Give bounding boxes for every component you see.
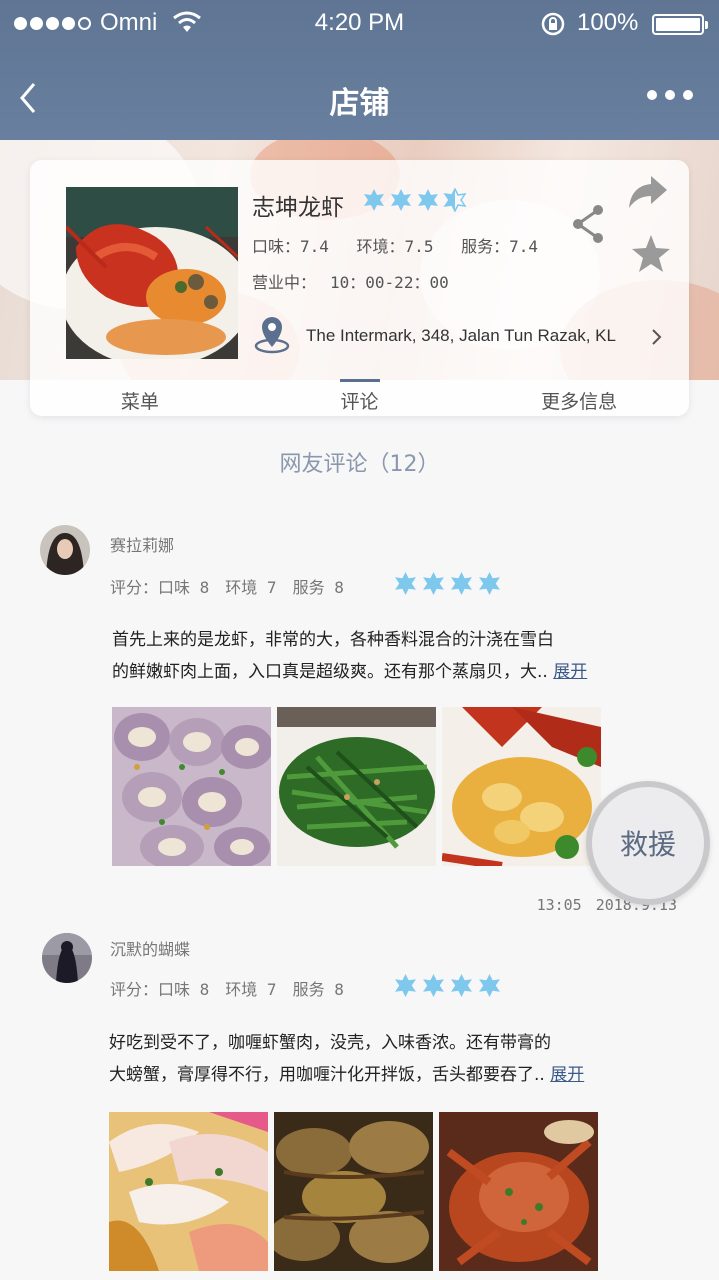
review-text: 首先上来的是龙虾，非常的大，各种香料混合的汁浇在雪白 的鲜嫩虾肉上面，入口真是超… <box>112 624 632 688</box>
share-icon[interactable] <box>570 202 606 246</box>
star-full-icon <box>364 189 384 211</box>
shop-name: 志坤龙虾 <box>252 195 344 221</box>
star-full-icon <box>451 974 472 997</box>
reviews-section-title: 网友评论（12） <box>279 452 440 477</box>
review-photo-clams[interactable] <box>274 1112 433 1271</box>
tab-more-info[interactable]: 更多信息 <box>469 379 689 416</box>
shop-address[interactable]: The Intermark, 348, Jalan Tun Razak, KL <box>306 326 616 346</box>
shop-card: 志坤龙虾 口味：7.4 环境：7.5 服务：7.4 营业中： 10：00-22：0… <box>30 160 689 416</box>
opening-hours: 营业中： 10：00-22：00 <box>252 269 449 293</box>
top-bar: Omni 4:20 PM 100% 店铺 <box>0 0 719 140</box>
star-full-icon <box>479 572 500 595</box>
review-text-line: 首先上来的是龙虾，非常的大，各种香料混合的汁浇在雪白 <box>112 630 554 650</box>
tab-menu[interactable]: 菜单 <box>30 379 250 416</box>
service-score: 服务 8 <box>292 980 344 999</box>
taste-score: 口味 8 <box>158 980 210 999</box>
avatar[interactable] <box>40 525 90 575</box>
review-text-line: 大螃蟹，膏厚得不行，用咖喱汁化开拌饭，舌头都要吞了.. <box>109 1065 545 1085</box>
reviewer-name[interactable]: 赛拉莉娜 <box>110 532 174 556</box>
environment-score: 环境 7 <box>225 980 277 999</box>
review-scores: 评分：口味 8 环境 7 服务 8 <box>110 976 360 1000</box>
review-photo-lobster[interactable] <box>442 707 601 866</box>
forward-icon[interactable] <box>627 174 669 210</box>
taste-score: 口味 8 <box>158 578 210 597</box>
star-half-icon <box>443 188 467 212</box>
reviewer-name[interactable]: 沉默的蝴蝶 <box>110 936 190 960</box>
star-full-icon <box>418 189 438 211</box>
status-bar: Omni 4:20 PM 100% <box>0 0 719 50</box>
rescue-button[interactable]: 救援 <box>586 781 710 905</box>
service-score: 服务 8 <box>292 578 344 597</box>
review-scores: 评分：口味 8 环境 7 服务 8 <box>110 574 360 598</box>
star-full-icon <box>423 974 444 997</box>
tab-reviews[interactable]: 评论 <box>250 379 470 416</box>
chevron-right-icon[interactable] <box>650 327 664 347</box>
rating-label: 评分： <box>110 578 159 597</box>
review-rating-stars <box>393 973 502 998</box>
star-full-icon <box>423 572 444 595</box>
rotation-lock-icon <box>541 12 565 36</box>
page-title: 店铺 <box>329 86 390 121</box>
review-photos <box>112 707 601 866</box>
shop-tabs: 菜单 评论 更多信息 <box>30 379 689 416</box>
location-pin-icon <box>254 317 290 354</box>
review-time: 13:05 <box>536 896 582 914</box>
hours-value: 10：00-22：00 <box>330 273 449 292</box>
review-photo-scallops[interactable] <box>112 707 271 866</box>
review-photo-prawns[interactable] <box>109 1112 268 1271</box>
avatar[interactable] <box>42 933 92 983</box>
expand-link[interactable]: 展开 <box>550 1065 584 1085</box>
environment-score: 环境 7 <box>225 578 277 597</box>
service-score: 服务：7.4 <box>461 237 538 256</box>
review-rating-stars <box>393 571 502 596</box>
more-options-icon[interactable] <box>647 90 693 100</box>
review-text-line: 好吃到受不了，咖喱虾蟹肉，没壳，入味香浓。还有带膏的 <box>109 1033 551 1053</box>
shop-scores: 口味：7.4 环境：7.5 服务：7.4 <box>252 233 556 257</box>
shop-photo[interactable] <box>66 187 238 359</box>
rating-label: 评分： <box>110 980 159 999</box>
review-photo-crab[interactable] <box>439 1112 598 1271</box>
expand-link[interactable]: 展开 <box>553 662 587 682</box>
star-full-icon <box>391 189 411 211</box>
favorite-star-icon[interactable] <box>630 233 672 275</box>
battery-icon <box>652 14 708 35</box>
review-text-line: 的鲜嫩虾肉上面，入口真是超级爽。还有那个蒸扇贝，大.. <box>112 662 548 682</box>
shop-rating-stars <box>362 188 467 212</box>
star-full-icon <box>479 974 500 997</box>
battery-percent: 100% <box>577 9 639 36</box>
star-full-icon <box>451 572 472 595</box>
star-full-icon <box>395 572 416 595</box>
star-full-icon <box>395 974 416 997</box>
taste-score: 口味：7.4 <box>252 237 329 256</box>
review-text: 好吃到受不了，咖喱虾蟹肉，没壳，入味香浓。还有带膏的 大螃蟹，膏厚得不行，用咖喱… <box>109 1027 629 1091</box>
rescue-button-label: 救援 <box>619 828 676 861</box>
review-photos <box>109 1112 598 1271</box>
open-status: 营业中： <box>252 273 317 292</box>
environment-score: 环境：7.5 <box>356 237 434 256</box>
review-photo-greens[interactable] <box>277 707 436 866</box>
